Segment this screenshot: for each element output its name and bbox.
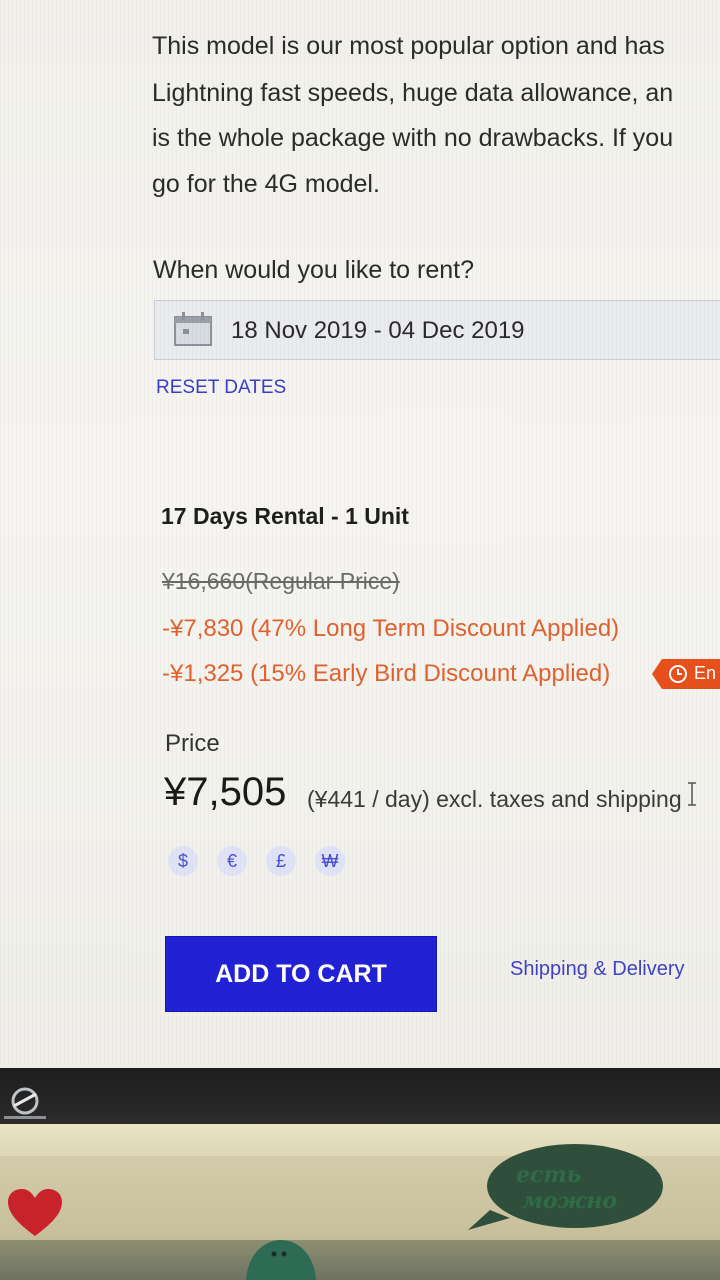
heart-icon xyxy=(8,1189,62,1236)
rental-summary-title: 17 Days Rental - 1 Unit xyxy=(161,503,409,529)
shipping-delivery-link[interactable]: Shipping & Delivery xyxy=(510,958,685,981)
calendar-icon xyxy=(174,312,212,346)
description-line-1: This model is our most popular option an… xyxy=(152,32,665,60)
currency-usd-button[interactable]: $ xyxy=(168,846,198,876)
description-line-3: is the whole package with no drawbacks. … xyxy=(152,124,674,152)
date-range-value: 18 Nov 2019 - 04 Dec 2019 xyxy=(231,317,525,344)
currency-gbp-button[interactable]: £ xyxy=(266,846,296,876)
price-per-day-note: (¥441 / day) excl. taxes and shipping xyxy=(307,786,682,812)
monitor-bezel xyxy=(0,1068,720,1124)
date-range-field[interactable]: 18 Nov 2019 - 04 Dec 2019 xyxy=(154,300,720,360)
rent-question-label: When would you like to rent? xyxy=(153,256,475,284)
sticker-text-line-2: можно xyxy=(522,1188,618,1214)
early-bird-badge: En xyxy=(652,659,720,689)
browser-screen: This model is our most popular option an… xyxy=(0,0,720,1068)
monitor-logo-icon xyxy=(4,1087,46,1119)
reset-dates-link[interactable]: RESET DATES xyxy=(156,377,286,399)
price-total: ¥7,505 xyxy=(164,770,287,814)
description-line-4: go for the 4G model. xyxy=(152,170,380,198)
add-to-cart-button[interactable]: ADD TO CART xyxy=(166,937,436,1011)
sticker-text-line-1: есть xyxy=(516,1162,582,1188)
early-badge-text: En xyxy=(694,663,717,683)
long-term-discount: -¥7,830 (47% Long Term Discount Applied) xyxy=(162,615,620,642)
currency-krw-button[interactable]: ₩ xyxy=(315,846,345,876)
text-cursor-icon xyxy=(688,782,696,806)
clock-icon xyxy=(669,665,687,683)
description-line-2: Lightning fast speeds, huge data allowan… xyxy=(152,79,674,107)
price-label: Price xyxy=(165,730,220,757)
regular-price: ¥16,660(Regular Price) xyxy=(162,568,400,594)
early-bird-discount: -¥1,325 (15% Early Bird Discount Applied… xyxy=(162,660,611,687)
currency-eur-button[interactable]: € xyxy=(217,846,247,876)
plant-figure xyxy=(246,1240,316,1280)
desk-lower-area xyxy=(0,1240,720,1280)
